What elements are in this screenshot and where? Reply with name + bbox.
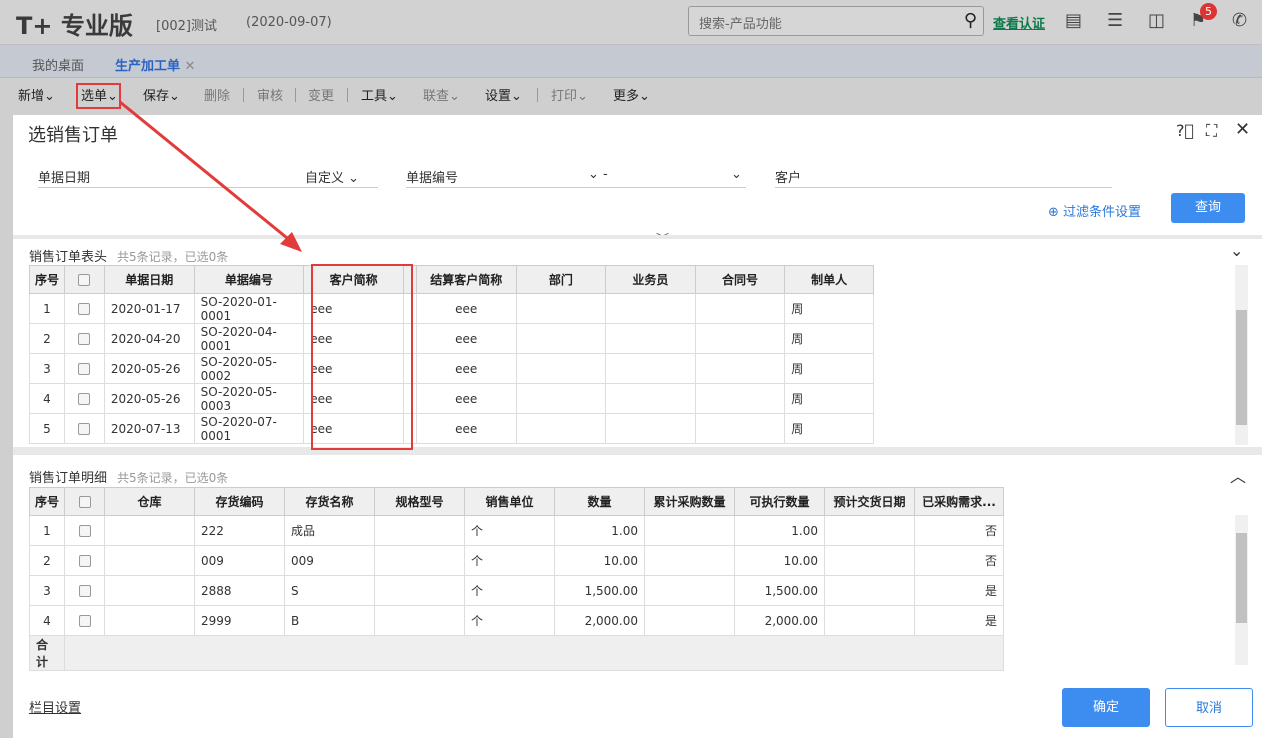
- annotation-arrow: [119, 100, 302, 252]
